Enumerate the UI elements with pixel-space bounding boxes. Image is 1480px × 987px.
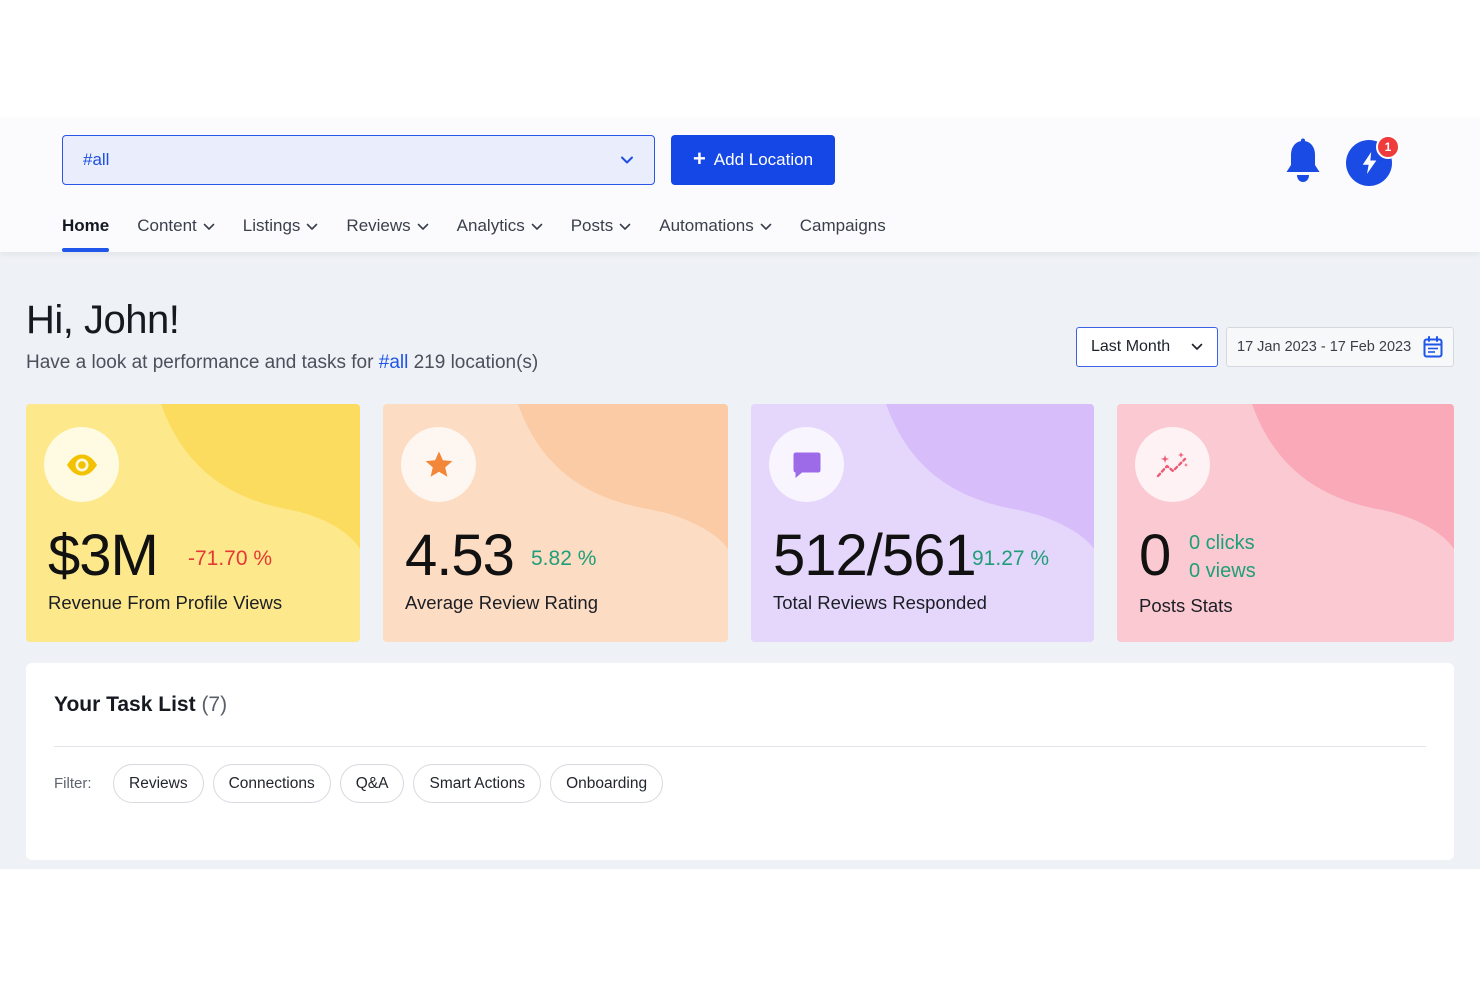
stat-label: Total Reviews Responded [773, 592, 987, 613]
nav-item-label: Home [62, 216, 110, 235]
eye-icon [44, 427, 119, 502]
app-root: #all + Add Location 1 Home Content Listi… [0, 118, 1480, 869]
greeting-title: Hi, John! [26, 298, 180, 342]
nav-item-label: Posts [570, 216, 614, 235]
location-select-value: #all [83, 150, 110, 169]
chevron-down-icon [531, 223, 543, 230]
nav-item-campaigns[interactable]: Campaigns [800, 208, 886, 252]
task-list-panel: Your Task List (7) Filter: Reviews Conne… [26, 663, 1454, 860]
stat-label: Posts Stats [1139, 595, 1233, 616]
nav-item-label: Reviews [346, 216, 411, 235]
sparkle-trend-icon [1135, 427, 1210, 502]
add-location-label: Add Location [713, 150, 814, 169]
filter-chips: Reviews Connections Q&A Smart Actions On… [113, 764, 664, 803]
date-range-preset-select[interactable]: Last Month [1076, 327, 1218, 367]
range-select-value: Last Month [1091, 338, 1171, 355]
filter-chip-qa[interactable]: Q&A [339, 764, 405, 803]
chevron-down-icon [760, 223, 772, 230]
subtitle-location-tag[interactable]: #all [379, 352, 409, 373]
posts-stats-breakdown: 0 clicks 0 views [1189, 529, 1256, 585]
nav-item-label: Campaigns [799, 216, 886, 235]
filter-chip-smart-actions[interactable]: Smart Actions [413, 764, 542, 803]
chevron-down-icon [619, 223, 631, 230]
nav-item-content[interactable]: Content [137, 208, 215, 252]
chevron-down-icon [1191, 343, 1203, 350]
quick-actions-button[interactable]: 1 [1346, 135, 1400, 186]
subtitle-prefix: Have a look at performance and tasks for [26, 352, 374, 373]
stat-card-rating[interactable]: 4.53 5.82 % Average Review Rating [383, 404, 728, 642]
nav-item-posts[interactable]: Posts [571, 208, 632, 252]
stat-label: Average Review Rating [405, 592, 598, 613]
stat-label: Revenue From Profile Views [48, 592, 283, 613]
nav-item-listings[interactable]: Listings [243, 208, 319, 252]
stat-value: 0 [1139, 523, 1171, 588]
chevron-down-icon [307, 223, 318, 230]
stat-card-reviews-responded[interactable]: 512/561 91.27 % Total Reviews Responded [751, 404, 1094, 642]
filter-chip-onboarding[interactable]: Onboarding [550, 764, 664, 803]
chat-bubble-icon [769, 427, 844, 502]
nav-item-automations[interactable]: Automations [659, 208, 772, 252]
date-range-value: 17 Jan 2023 - 17 Feb 2023 [1237, 339, 1412, 355]
stat-card-revenue[interactable]: $3M -71.70 % Revenue From Profile Views [26, 404, 360, 642]
stat-change: -71.70 % [188, 547, 273, 570]
greeting-subtitle: Have a look at performance and tasks for… [26, 352, 538, 374]
stat-value: 4.53 [405, 523, 515, 588]
subtitle-suffix: 219 location(s) [413, 352, 539, 373]
chevron-down-icon [203, 223, 215, 230]
nav-item-analytics[interactable]: Analytics [457, 208, 543, 252]
top-bar: #all + Add Location 1 Home Content Listi… [0, 118, 1480, 252]
divider [54, 746, 1426, 747]
task-count: (7) [201, 693, 228, 716]
calendar-icon [1423, 336, 1443, 358]
posts-clicks: 0 clicks [1189, 532, 1255, 554]
filter-chip-reviews[interactable]: Reviews [113, 764, 204, 803]
filter-chip-connections[interactable]: Connections [212, 764, 331, 803]
star-icon [401, 427, 476, 502]
nav-item-reviews[interactable]: Reviews [346, 208, 428, 252]
nav-item-label: Automations [659, 216, 754, 235]
location-select[interactable]: #all [62, 135, 655, 185]
filter-label: Filter: [54, 775, 92, 792]
add-location-button[interactable]: + Add Location [671, 135, 835, 185]
chevron-down-icon [621, 156, 633, 164]
task-list-title-text: Your Task List [54, 693, 196, 716]
date-range-picker[interactable]: 17 Jan 2023 - 17 Feb 2023 [1226, 327, 1454, 367]
notification-badge: 1 [1376, 135, 1400, 159]
nav-item-label: Content [137, 216, 197, 235]
task-list-title: Your Task List (7) [54, 693, 227, 717]
stat-change: 91.27 % [972, 547, 1050, 570]
stat-value: $3M [48, 523, 159, 588]
stat-change: 5.82 % [531, 547, 597, 570]
notifications-bell-icon[interactable] [1283, 138, 1323, 184]
posts-views: 0 views [1189, 560, 1256, 582]
chevron-down-icon [417, 223, 428, 230]
nav-item-label: Listings [242, 216, 301, 235]
nav-item-label: Analytics [456, 216, 525, 235]
stat-card-posts[interactable]: 0 0 clicks 0 views Posts Stats [1117, 404, 1454, 642]
nav-item-home[interactable]: Home [62, 208, 110, 252]
main-nav: Home Content Listings Reviews Analytics … [62, 208, 914, 252]
stat-value: 512/561 [773, 523, 977, 588]
plus-icon: + [692, 146, 706, 171]
